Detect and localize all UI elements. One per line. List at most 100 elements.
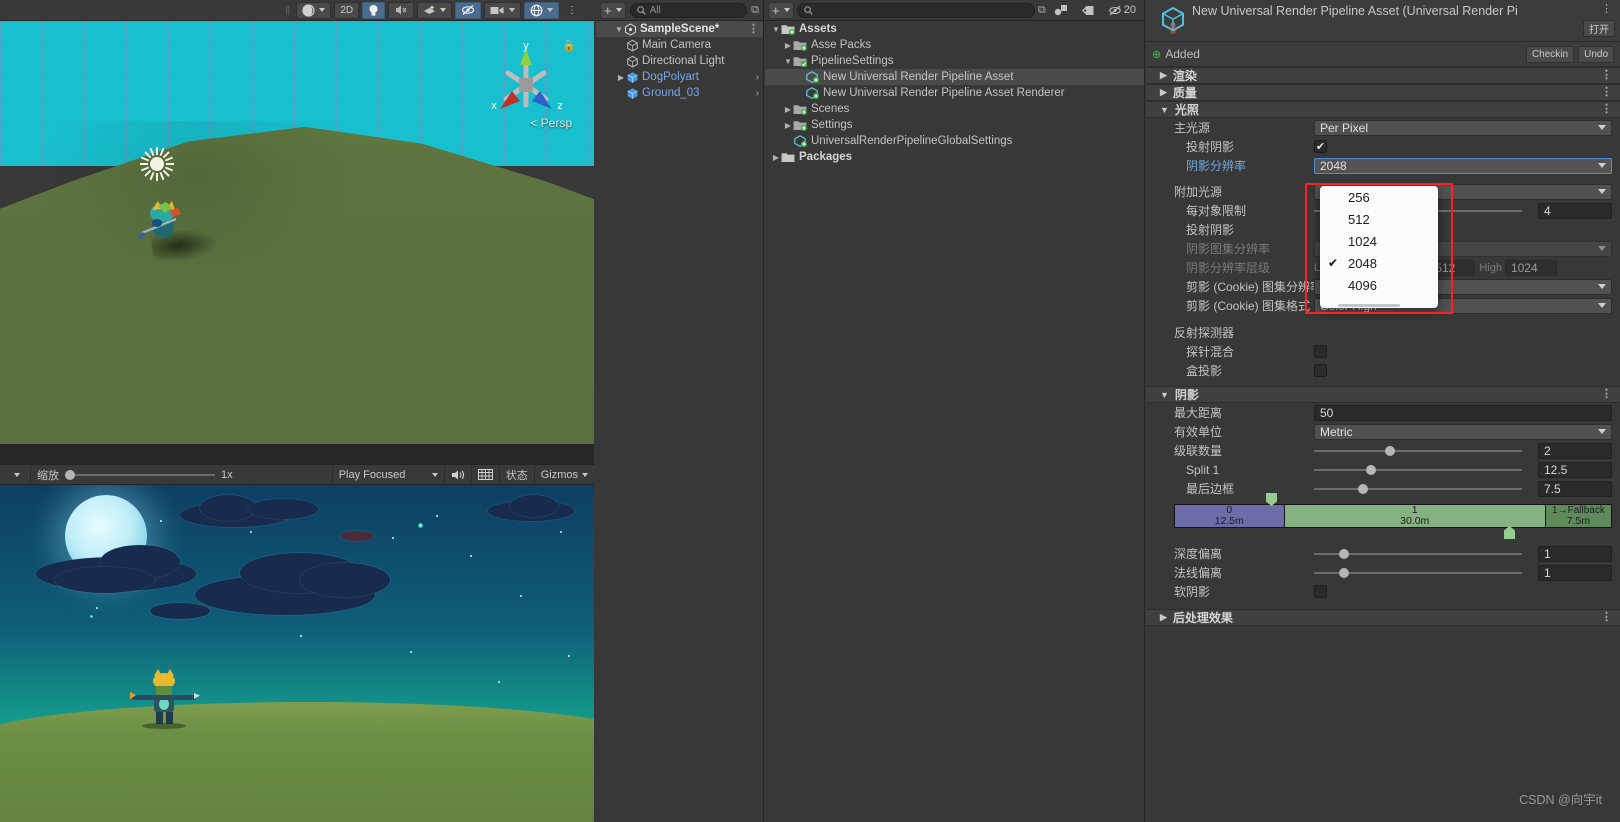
- hierarchy-item-ground-03[interactable]: Ground_03 ›: [596, 85, 763, 101]
- chevron-down-icon[interactable]: ▼: [614, 25, 624, 34]
- depth-bias-slider[interactable]: [1314, 548, 1532, 559]
- section-render-menu[interactable]: ⋮: [1601, 70, 1612, 81]
- last-border-value[interactable]: 7.5: [1538, 480, 1612, 497]
- stats-grid-button[interactable]: [472, 464, 500, 485]
- option-256[interactable]: 256: [1320, 186, 1438, 208]
- shading-mode-button[interactable]: [296, 1, 332, 19]
- lighting-toggle-button[interactable]: [362, 1, 386, 19]
- split-1-slider[interactable]: [1314, 464, 1532, 475]
- last-border-slider[interactable]: [1314, 483, 1532, 494]
- cascade-segment-0[interactable]: 0 12.5m: [1175, 505, 1285, 527]
- box-projection-checkbox[interactable]: [1314, 364, 1327, 377]
- projection-mode-label[interactable]: < Persp: [530, 116, 572, 130]
- chevron-right-icon[interactable]: ▶: [783, 105, 793, 114]
- section-lighting[interactable]: ▼ 光照 ⋮: [1146, 101, 1620, 118]
- option-1024[interactable]: 1024: [1320, 230, 1438, 252]
- chevron-right-icon[interactable]: ▶: [783, 121, 793, 130]
- project-add-button[interactable]: +: [768, 1, 794, 19]
- cascade-visualization[interactable]: 0 12.5m 1 30.0m 1→Fallback 7.5m: [1174, 493, 1612, 539]
- probe-blending-checkbox[interactable]: [1314, 345, 1327, 358]
- main-light-dropdown[interactable]: Per Pixel: [1314, 119, 1612, 136]
- option-2048[interactable]: ✔ 2048: [1320, 252, 1438, 274]
- chevron-right-icon[interactable]: ▶: [1160, 70, 1167, 81]
- hierarchy-add-button[interactable]: +: [600, 1, 626, 19]
- cascade-count-slider[interactable]: [1314, 445, 1532, 456]
- section-render[interactable]: ▶ 渲染 ⋮: [1146, 67, 1620, 84]
- tier-value[interactable]: 1024: [1504, 259, 1557, 276]
- hierarchy-scene-row[interactable]: ▼ SampleScene* ⋮: [596, 21, 763, 37]
- prefab-open-chevron-icon[interactable]: ›: [756, 88, 759, 99]
- dropdown-scrollbar[interactable]: [1338, 304, 1400, 307]
- section-lighting-menu[interactable]: ⋮: [1601, 104, 1612, 115]
- cast-shadows-checkbox[interactable]: ✔: [1314, 140, 1327, 153]
- zoom-slider-knob[interactable]: [65, 469, 75, 480]
- project-item-packages[interactable]: ▶ Packages: [765, 149, 1144, 165]
- dogpolyart-character-scene[interactable]: [132, 193, 198, 245]
- zoom-control[interactable]: 缩放 1x: [31, 464, 239, 485]
- section-postfx[interactable]: ▶ 后处理效果 ⋮: [1146, 609, 1620, 626]
- cascade-segment-fallback[interactable]: 1→Fallback 7.5m: [1545, 505, 1611, 527]
- slider-knob[interactable]: [1338, 548, 1349, 559]
- section-quality-menu[interactable]: ⋮: [1601, 87, 1612, 98]
- project-item-pipelinesettings[interactable]: ▼ PipelineSettings: [765, 53, 1144, 69]
- hierarchy-item-dogpolyart[interactable]: ▶ DogPolyart ›: [596, 69, 763, 85]
- zoom-slider[interactable]: [65, 469, 215, 480]
- scene-overflow-menu[interactable]: ⋮: [748, 23, 759, 35]
- option-4096[interactable]: 4096: [1320, 274, 1438, 296]
- working-unit-dropdown[interactable]: Metric: [1314, 423, 1612, 440]
- soft-shadows-checkbox[interactable]: [1314, 585, 1327, 598]
- chevron-down-icon[interactable]: ▼: [1160, 105, 1169, 115]
- chevron-down-icon[interactable]: ▼: [783, 57, 793, 66]
- scene-gizmos-button[interactable]: [524, 1, 560, 19]
- slider-knob[interactable]: [1384, 445, 1395, 456]
- cascade-count-value[interactable]: 2: [1538, 442, 1612, 459]
- project-filter-label-button[interactable]: [1076, 2, 1100, 19]
- chevron-right-icon[interactable]: ▶: [783, 41, 793, 50]
- slider-knob[interactable]: [1357, 483, 1368, 494]
- project-filter-type-button[interactable]: [1049, 2, 1073, 19]
- chevron-right-icon[interactable]: ▶: [1160, 87, 1167, 98]
- stats-button[interactable]: 状态: [500, 464, 535, 485]
- hierarchy-search-expand-icon[interactable]: ⧉: [751, 4, 759, 17]
- directional-light-gizmo[interactable]: [140, 147, 174, 181]
- scene-overflow-button[interactable]: ⋮: [562, 2, 582, 19]
- chevron-right-icon[interactable]: ▶: [616, 73, 626, 82]
- split-1-value[interactable]: 12.5: [1538, 461, 1612, 478]
- section-shadows[interactable]: ▼ 阴影 ⋮: [1146, 386, 1620, 403]
- section-quality[interactable]: ▶ 质量 ⋮: [1146, 84, 1620, 101]
- checkin-button[interactable]: Checkin: [1525, 45, 1575, 63]
- project-item-urp-global-settings[interactable]: UniversalRenderPipelineGlobalSettings: [765, 133, 1144, 149]
- fx-toggle-button[interactable]: [417, 1, 453, 19]
- prefab-open-chevron-icon[interactable]: ›: [756, 72, 759, 83]
- project-item-assets[interactable]: ▼ Assets: [765, 21, 1144, 37]
- shadow-resolution-dropdown[interactable]: 2048: [1314, 157, 1612, 174]
- slider-knob[interactable]: [1366, 464, 1376, 475]
- game-view-menu-button[interactable]: [0, 464, 31, 485]
- hidden-objects-toggle-button[interactable]: [455, 1, 482, 19]
- cascade-segment-1[interactable]: 1 30.0m: [1284, 505, 1546, 527]
- scene-viewport[interactable]: y x z < Persp 🔒: [0, 21, 594, 444]
- gizmos-button[interactable]: Gizmos: [535, 464, 594, 485]
- game-viewport[interactable]: [0, 485, 594, 822]
- max-distance-input[interactable]: 50: [1314, 404, 1612, 421]
- hierarchy-search-input[interactable]: All: [629, 2, 748, 18]
- project-item-asse-packs[interactable]: ▶ Asse Packs: [765, 37, 1144, 53]
- shadow-resolution-options-popup[interactable]: 256 512 1024 ✔ 2048 4096: [1320, 186, 1438, 308]
- project-search-input[interactable]: [796, 2, 1035, 18]
- project-item-urp-asset[interactable]: New Universal Render Pipeline Asset: [765, 69, 1144, 85]
- 2d-toggle-button[interactable]: 2D: [334, 1, 360, 19]
- option-512[interactable]: 512: [1320, 208, 1438, 230]
- hierarchy-item-main-camera[interactable]: Main Camera: [596, 37, 763, 53]
- chevron-down-icon[interactable]: ▼: [1160, 390, 1169, 400]
- project-hidden-count[interactable]: 20: [1103, 2, 1141, 19]
- section-shadows-menu[interactable]: ⋮: [1601, 389, 1612, 400]
- per-object-limit-value[interactable]: 4: [1538, 202, 1612, 219]
- depth-bias-value[interactable]: 1: [1538, 545, 1612, 562]
- normal-bias-value[interactable]: 1: [1538, 564, 1612, 581]
- project-item-urp-asset-renderer[interactable]: New Universal Render Pipeline Asset Rend…: [765, 85, 1144, 101]
- project-search-expand-icon[interactable]: ⧉: [1038, 4, 1046, 17]
- mute-audio-button[interactable]: [445, 464, 472, 485]
- chevron-right-icon[interactable]: ▶: [771, 153, 781, 162]
- play-mode-dropdown[interactable]: Play Focused: [331, 464, 445, 485]
- normal-bias-slider[interactable]: [1314, 567, 1532, 578]
